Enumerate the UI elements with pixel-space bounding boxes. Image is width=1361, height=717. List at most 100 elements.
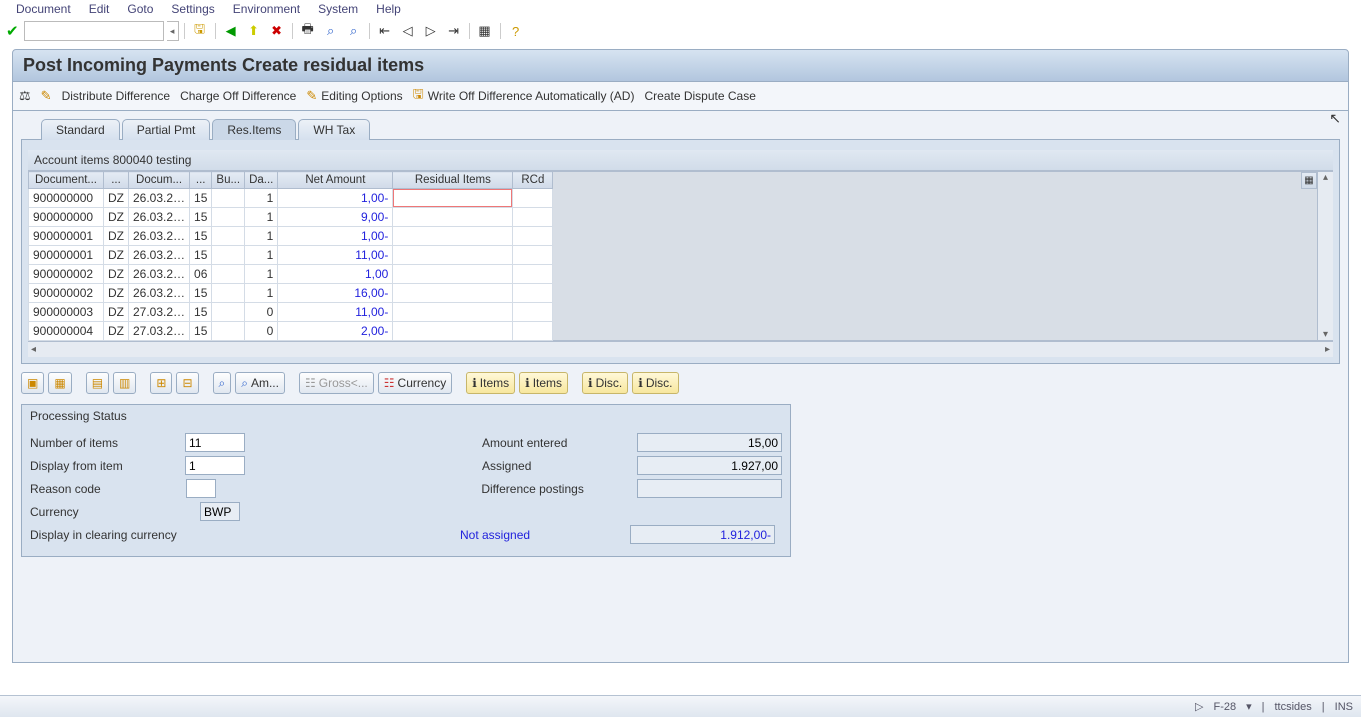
find-next-icon[interactable]: ⌕ — [344, 22, 364, 40]
delete-icon: ⊟ — [182, 376, 192, 390]
candle-icon: ℹ — [588, 376, 593, 390]
currency-button[interactable]: ☷Currency — [378, 372, 452, 394]
col-bu[interactable]: Bu... — [212, 172, 245, 189]
amount-entered-field — [637, 433, 782, 452]
deselect-all-icon: ▥ — [119, 376, 130, 390]
save-icon[interactable]: 🖫 — [190, 22, 210, 40]
table-row[interactable]: 900000001DZ26.03.2…15111,00- — [29, 246, 553, 265]
delete-button[interactable]: ⊟ — [176, 372, 198, 394]
disc1-button[interactable]: ℹDisc. — [582, 372, 628, 394]
help-icon[interactable]: ? — [506, 22, 526, 40]
grid-toolbar: ▣ ▦ ▤ ▥ ⊞ ⊟ ⌕ ⌕Am... ☷Gross<... ☷Currenc… — [21, 372, 1340, 394]
select-row-button[interactable]: ▣ — [21, 372, 44, 394]
insert-button[interactable]: ⊞ — [150, 372, 172, 394]
distribute-difference[interactable]: Distribute Difference — [62, 89, 171, 103]
status-bar: ▷ F-28 ▾ | ttcsides | INS — [0, 695, 1361, 717]
items1-button[interactable]: ℹItems — [466, 372, 515, 394]
assigned-label: Assigned — [482, 459, 637, 473]
command-field[interactable] — [24, 21, 164, 41]
horizontal-scrollbar[interactable]: ◂▸ — [28, 341, 1333, 357]
menu-environment[interactable]: Environment — [233, 2, 300, 16]
table-row[interactable]: 900000001DZ26.03.2…1511,00- — [29, 227, 553, 246]
tab-res-items[interactable]: Res.Items — [212, 119, 296, 140]
cancel-icon[interactable]: ✖ — [267, 22, 287, 40]
not-assigned-field — [630, 525, 775, 544]
menu-edit[interactable]: Edit — [89, 2, 110, 16]
editing-options[interactable]: ✎Editing Options — [306, 88, 402, 104]
page-title: Post Incoming Payments Create residual i… — [12, 49, 1349, 82]
write-off-difference[interactable]: 🖫Write Off Difference Automatically (AD) — [413, 85, 635, 107]
dropdown-icon[interactable]: ▾ — [1246, 700, 1252, 713]
tab-standard[interactable]: Standard — [41, 119, 120, 140]
am-button[interactable]: ⌕Am... — [235, 372, 285, 394]
next-page-icon[interactable]: ▷ — [421, 22, 441, 40]
deselect-button[interactable]: ▤ — [86, 372, 109, 394]
num-items-field[interactable] — [185, 433, 245, 452]
application-toolbar: ⚖ ✎ Distribute Difference Charge Off Dif… — [12, 82, 1349, 111]
find-button[interactable]: ⌕ — [213, 372, 232, 394]
table-row[interactable]: 900000004DZ27.03.2…1502,00- — [29, 322, 553, 341]
table-row[interactable]: 900000000DZ26.03.2…1519,00- — [29, 208, 553, 227]
table-row[interactable]: 900000003DZ27.03.2…15011,00- — [29, 303, 553, 322]
create-dispute-case[interactable]: Create Dispute Case — [644, 89, 755, 103]
first-page-icon[interactable]: ⇤ — [375, 22, 395, 40]
charge-off-difference[interactable]: Charge Off Difference — [180, 89, 296, 103]
menu-document[interactable]: Document — [16, 2, 71, 16]
select-all-button[interactable]: ▦ — [48, 372, 71, 394]
col-blank1[interactable]: ... — [104, 172, 129, 189]
session: ttcsides — [1275, 701, 1312, 713]
not-assigned-label: Not assigned — [460, 528, 630, 542]
col-da[interactable]: Da... — [245, 172, 278, 189]
deselect-all-button[interactable]: ▥ — [113, 372, 136, 394]
table-row[interactable]: 900000000DZ26.03.2…1511,00- — [29, 189, 553, 208]
disc2-button[interactable]: ℹDisc. — [632, 372, 678, 394]
separator — [215, 23, 216, 39]
separator — [292, 23, 293, 39]
menu-help[interactable]: Help — [376, 2, 401, 16]
back-icon[interactable]: ◀ — [221, 22, 241, 40]
menu-settings[interactable]: Settings — [171, 2, 214, 16]
system-toolbar: ✔ ◂ 🖫 ◀ ⬆ ✖ 🖶 ⌕ ⌕ ⇤ ◁ ▷ ⇥ ▦ ? — [0, 18, 1361, 44]
col-net-amount[interactable]: Net Amount — [278, 172, 393, 189]
menu-bar: Document Edit Goto Settings Environment … — [0, 0, 1361, 18]
pencil-ruler-icon: ✎ — [41, 88, 52, 104]
vertical-scrollbar[interactable]: ▴▾ — [1317, 172, 1333, 340]
icon-button-1[interactable]: ⚖ — [19, 88, 31, 104]
tab-partial-pmt[interactable]: Partial Pmt — [122, 119, 211, 140]
amount-entered-label: Amount entered — [482, 436, 637, 450]
table-row[interactable]: 900000002DZ26.03.2…15116,00- — [29, 284, 553, 303]
tcode: F-28 — [1213, 701, 1236, 713]
grid-caption: Account items 800040 testing — [28, 150, 1333, 171]
tab-wh-tax[interactable]: WH Tax — [298, 119, 370, 140]
icon-button-2[interactable]: ✎ — [41, 88, 52, 104]
col-document[interactable]: Document... — [29, 172, 104, 189]
col-blank2[interactable]: ... — [190, 172, 212, 189]
col-rcd[interactable]: RCd — [513, 172, 553, 189]
tab-body: Account items 800040 testing Document...… — [21, 139, 1340, 364]
new-session-icon[interactable]: ▦ — [475, 22, 495, 40]
reason-code-field[interactable] — [186, 479, 216, 498]
display-from-field[interactable] — [185, 456, 245, 475]
last-page-icon[interactable]: ⇥ — [444, 22, 464, 40]
col-docum[interactable]: Docum... — [129, 172, 190, 189]
menu-system[interactable]: System — [318, 2, 358, 16]
separator — [500, 23, 501, 39]
diff-post-label: Difference postings — [481, 482, 637, 496]
table-config-icon[interactable]: ▦ — [1301, 172, 1317, 189]
exit-icon[interactable]: ⬆ — [244, 22, 264, 40]
print-icon[interactable]: 🖶 — [298, 22, 318, 40]
assigned-field — [637, 456, 782, 475]
command-dropdown-icon[interactable]: ◂ — [167, 21, 179, 41]
menu-goto[interactable]: Goto — [127, 2, 153, 16]
table-row[interactable]: 900000002DZ26.03.2…0611,00 — [29, 265, 553, 284]
items2-button[interactable]: ℹItems — [519, 372, 568, 394]
insert-icon: ⊞ — [156, 376, 166, 390]
separator — [469, 23, 470, 39]
pick-icon: ⚖ — [19, 88, 31, 104]
find-icon[interactable]: ⌕ — [321, 22, 341, 40]
gross-button[interactable]: ☷Gross<... — [299, 372, 374, 394]
tcode-indicator: ▷ — [1195, 700, 1203, 713]
enter-icon[interactable]: ✔ — [6, 22, 19, 40]
prev-page-icon[interactable]: ◁ — [398, 22, 418, 40]
col-residual-items[interactable]: Residual Items — [393, 172, 513, 189]
